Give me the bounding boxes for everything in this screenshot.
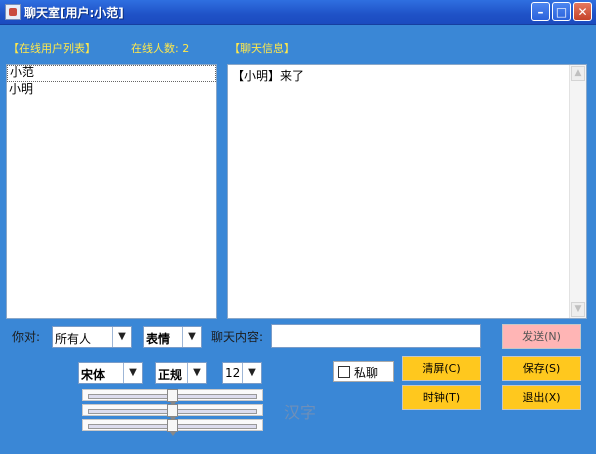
- color-slider-blue[interactable]: [82, 419, 263, 436]
- window-title: 聊天室[用户:小范]: [24, 6, 124, 20]
- private-chat-label: 私聊: [354, 366, 379, 380]
- emotion-select[interactable]: 表情 ▼: [143, 326, 202, 348]
- font-size-value: 12: [225, 366, 241, 380]
- font-family-value: 宋体: [81, 368, 106, 382]
- font-style-value: 正规: [158, 368, 183, 382]
- exit-button[interactable]: 退出(X): [502, 385, 581, 410]
- to-select-value: 所有人: [55, 332, 92, 346]
- scroll-up-icon[interactable]: ▲: [571, 66, 585, 81]
- font-preview-text: 汉字: [284, 403, 317, 422]
- online-count: 在线人数: 2: [131, 42, 190, 55]
- content-label: 聊天内容:: [211, 330, 264, 344]
- save-button[interactable]: 保存(S): [502, 356, 581, 381]
- emotion-select-value: 表情: [146, 332, 171, 346]
- clock-button[interactable]: 时钟(T): [402, 385, 481, 410]
- chevron-down-icon[interactable]: ▼: [242, 363, 261, 383]
- slider-thumb[interactable]: [167, 419, 178, 436]
- chat-message: 【小明】来了: [232, 69, 305, 83]
- to-select[interactable]: 所有人 ▼: [52, 326, 132, 348]
- message-input[interactable]: [271, 324, 481, 348]
- chevron-down-icon[interactable]: ▼: [182, 327, 201, 347]
- chat-window: 聊天室[用户:小范] – □ ✕ 【在线用户列表】 在线人数: 2 【聊天信息】…: [0, 0, 596, 454]
- slider-thumb[interactable]: [167, 404, 178, 421]
- chat-scrollbar[interactable]: ▲ ▼: [569, 65, 586, 318]
- online-list-header: 【在线用户列表】: [8, 42, 96, 55]
- checkbox-icon[interactable]: [338, 366, 350, 378]
- chevron-down-icon[interactable]: ▼: [187, 363, 206, 383]
- color-slider-red[interactable]: [82, 389, 263, 406]
- java-app-icon: [5, 4, 21, 20]
- font-family-select[interactable]: 宋体 ▼: [78, 362, 143, 384]
- chevron-down-icon[interactable]: ▼: [123, 363, 142, 383]
- title-bar[interactable]: 聊天室[用户:小范] – □ ✕: [0, 0, 596, 25]
- chat-message-area[interactable]: 【小明】来了 ▲ ▼: [227, 64, 587, 319]
- user-list[interactable]: 小范 小明: [6, 64, 217, 319]
- font-style-select[interactable]: 正规 ▼: [155, 362, 207, 384]
- font-size-select[interactable]: 12 ▼: [222, 362, 262, 384]
- close-button[interactable]: ✕: [573, 2, 592, 21]
- user-list-item[interactable]: 小明: [7, 82, 216, 97]
- slider-thumb[interactable]: [167, 389, 178, 406]
- send-button[interactable]: 发送(N): [502, 324, 581, 349]
- clear-button[interactable]: 清屏(C): [402, 356, 481, 381]
- to-label: 你对:: [12, 330, 41, 344]
- chat-info-header: 【聊天信息】: [229, 42, 295, 55]
- private-chat-checkbox[interactable]: 私聊: [333, 361, 394, 382]
- scroll-down-icon[interactable]: ▼: [571, 302, 585, 317]
- user-list-item[interactable]: 小范: [7, 65, 216, 82]
- color-slider-green[interactable]: [82, 404, 263, 421]
- minimize-button[interactable]: –: [531, 2, 550, 21]
- chevron-down-icon[interactable]: ▼: [112, 327, 131, 347]
- maximize-button[interactable]: □: [552, 2, 571, 21]
